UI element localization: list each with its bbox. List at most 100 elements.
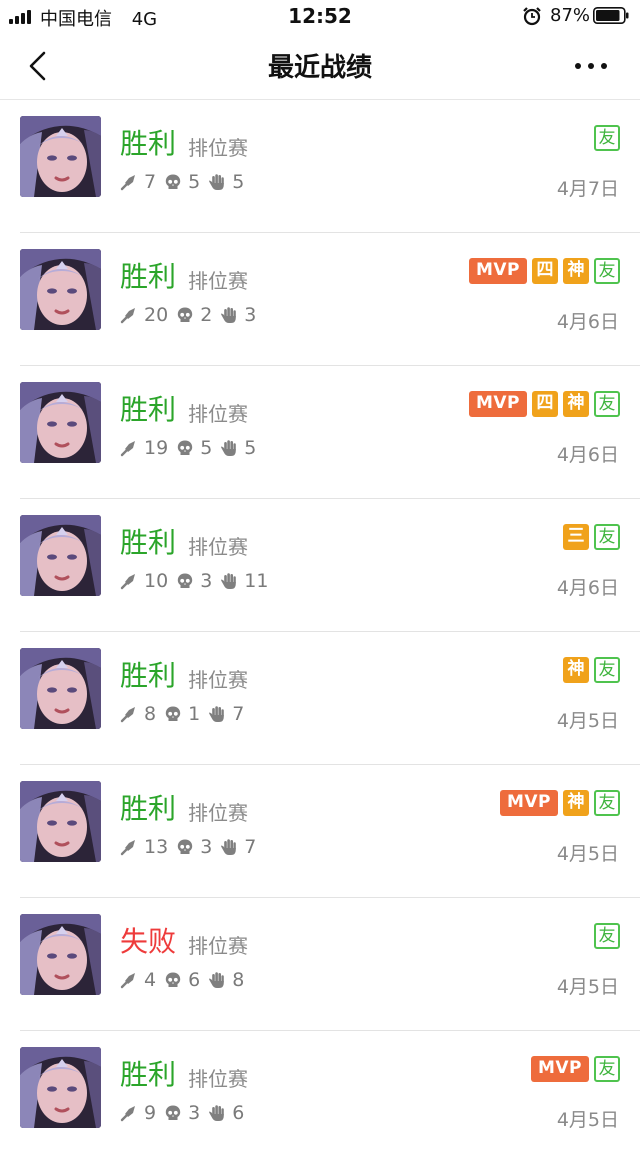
alarm-icon	[523, 7, 541, 26]
hero-avatar	[20, 648, 101, 729]
hand-icon	[209, 1105, 224, 1121]
kda-stats: 20 2 3	[120, 303, 264, 327]
hero-avatar	[20, 249, 101, 330]
kda-stats: 19 5 5	[120, 436, 264, 460]
match-row[interactable]: 胜利 排位赛 19 5 5 MVP 四神友 4月6日	[0, 366, 640, 499]
match-date: 4月5日	[556, 710, 619, 732]
match-mode: 排位赛	[188, 269, 248, 293]
battery-percent: 87%	[550, 5, 591, 26]
more-icon[interactable]	[570, 54, 612, 78]
badge-group: MVP 四神友	[469, 258, 620, 284]
kills-value: 4	[144, 969, 157, 991]
match-result: 胜利	[120, 526, 177, 559]
match-date: 4月7日	[556, 178, 619, 200]
sword-icon	[120, 574, 135, 590]
achievement-badge: 神	[563, 391, 589, 417]
achievement-badge: 三	[563, 524, 589, 550]
badge-group: 三友	[563, 524, 620, 550]
status-bar: 中国电信 4G 12:52 87%	[0, 0, 640, 32]
match-row[interactable]: 失败 排位赛 4 6 8 友 4月5日	[0, 898, 640, 1031]
kills-value: 19	[144, 437, 169, 459]
hero-avatar	[20, 1047, 101, 1128]
mvp-badge: MVP	[469, 391, 527, 417]
assists-value: 5	[232, 171, 245, 193]
mvp-badge: MVP	[500, 790, 558, 816]
hand-icon	[209, 972, 224, 988]
kills-value: 20	[144, 304, 169, 326]
deaths-value: 3	[200, 836, 213, 858]
badge-group: 神友	[563, 657, 620, 683]
match-list: 胜利 排位赛 7 5 5 友 4月7日 胜利 排位赛 20 2 3 MVP 四 …	[0, 100, 640, 1164]
achievement-badge: 神	[563, 790, 589, 816]
kda-stats: 13 3 7	[120, 835, 264, 859]
badge-group: MVP 友	[531, 1056, 620, 1082]
match-row[interactable]: 胜利 排位赛 13 3 7 MVP 神友 4月5日	[0, 765, 640, 898]
badge-group: 友	[594, 125, 620, 151]
deaths-value: 5	[200, 437, 213, 459]
match-mode: 排位赛	[188, 1067, 248, 1091]
match-result: 胜利	[120, 659, 177, 692]
kda-stats: 4 6 8	[120, 968, 252, 992]
assists-value: 6	[232, 1102, 245, 1124]
badge-group: MVP 神友	[500, 790, 620, 816]
friend-badge: 友	[594, 258, 620, 284]
sword-icon	[120, 308, 135, 324]
friend-badge: 友	[594, 391, 620, 417]
hand-icon	[221, 839, 237, 855]
kda-stats: 8 1 7	[120, 702, 252, 726]
hero-avatar	[20, 382, 101, 463]
kills-value: 8	[144, 703, 157, 725]
friend-badge: 友	[594, 524, 620, 550]
deaths-value: 3	[200, 570, 213, 592]
friend-badge: 友	[594, 657, 620, 683]
kills-value: 7	[144, 171, 157, 193]
sword-icon	[120, 175, 135, 191]
page-title: 最近战绩	[267, 53, 372, 83]
sword-icon	[120, 840, 135, 856]
match-date: 4月6日	[556, 311, 619, 333]
match-mode: 排位赛	[188, 402, 248, 426]
match-mode: 排位赛	[188, 934, 248, 958]
achievement-badge: 神	[563, 657, 589, 683]
hero-avatar	[20, 515, 101, 596]
match-mode: 排位赛	[188, 535, 248, 559]
kda-stats: 9 3 6	[120, 1101, 252, 1125]
status-time: 12:52	[288, 4, 352, 28]
assists-value: 7	[244, 836, 257, 858]
hero-avatar	[20, 914, 101, 995]
friend-badge: 友	[594, 125, 620, 151]
skull-icon	[165, 174, 181, 189]
friend-badge: 友	[594, 1056, 620, 1082]
match-mode: 排位赛	[188, 136, 248, 160]
deaths-value: 1	[188, 703, 201, 725]
sword-icon	[120, 1106, 135, 1122]
deaths-value: 6	[188, 969, 201, 991]
match-row[interactable]: 胜利 排位赛 8 1 7 神友 4月5日	[0, 632, 640, 765]
skull-icon	[177, 573, 193, 588]
deaths-value: 3	[188, 1102, 201, 1124]
badge-group: MVP 四神友	[469, 391, 620, 417]
match-result: 胜利	[120, 260, 177, 293]
match-date: 4月5日	[556, 976, 619, 998]
sword-icon	[120, 707, 135, 723]
skull-icon	[165, 706, 181, 721]
assists-value: 5	[244, 437, 257, 459]
match-row[interactable]: 胜利 排位赛 10 3 11 三友 4月6日	[0, 499, 640, 632]
match-mode: 排位赛	[188, 801, 248, 825]
kills-value: 9	[144, 1102, 157, 1124]
hand-icon	[209, 174, 224, 190]
match-date: 4月5日	[556, 843, 619, 865]
deaths-value: 5	[188, 171, 201, 193]
assists-value: 7	[232, 703, 245, 725]
match-row[interactable]: 胜利 排位赛 20 2 3 MVP 四神友 4月6日	[0, 233, 640, 366]
match-row[interactable]: 胜利 排位赛 7 5 5 友 4月7日	[0, 100, 640, 233]
achievement-badge: 四	[532, 391, 558, 417]
mvp-badge: MVP	[469, 258, 527, 284]
match-row[interactable]: 胜利 排位赛 9 3 6 MVP 友 4月5日	[0, 1031, 640, 1164]
badge-group: 友	[594, 923, 620, 949]
assists-value: 11	[244, 570, 269, 592]
match-result: 胜利	[120, 1058, 177, 1091]
match-date: 4月6日	[556, 577, 619, 599]
sword-icon	[120, 973, 135, 989]
hand-icon	[221, 307, 237, 323]
